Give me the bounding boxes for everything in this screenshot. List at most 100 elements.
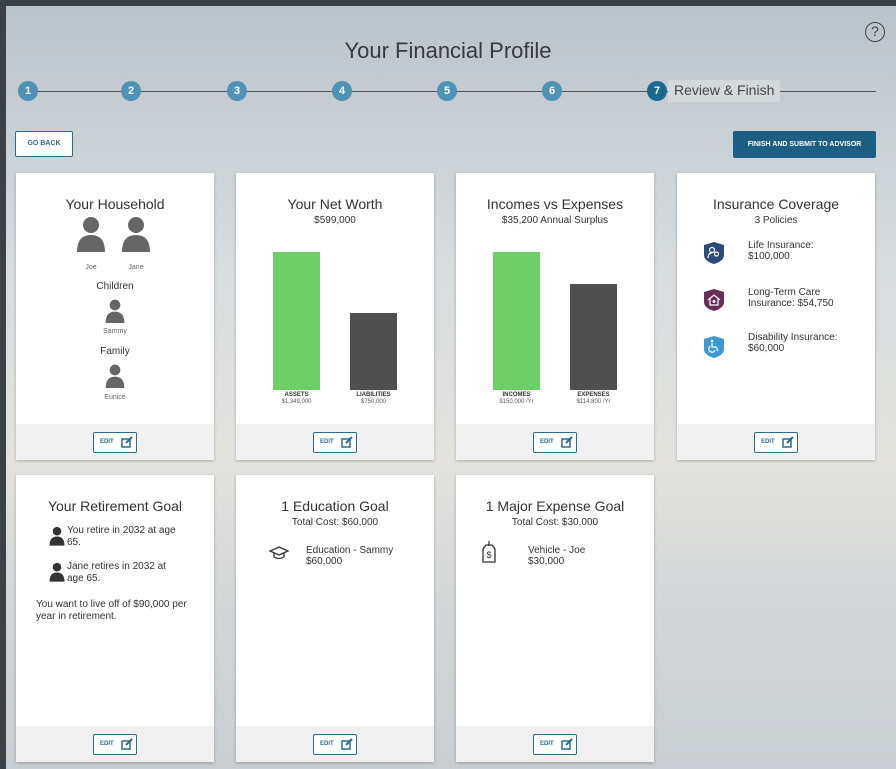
edit-label: EDIT bbox=[761, 439, 775, 445]
edit-major-expense-button[interactable]: EDIT bbox=[533, 734, 577, 755]
insurance-card: Insurance Coverage 3 Policies Life Insur… bbox=[677, 173, 875, 460]
net-worth-bar-liabilities bbox=[350, 313, 397, 390]
person-icon bbox=[77, 217, 105, 252]
incomes-bar-value: $150,000 /Yr bbox=[499, 399, 534, 405]
people-shield-icon bbox=[704, 242, 724, 264]
major-expense-goal-amount: $30,000 bbox=[528, 556, 565, 567]
net-worth-bar-label: LIABILITIES bbox=[356, 392, 391, 398]
card-footer: EDIT bbox=[16, 726, 214, 762]
person-icon bbox=[105, 364, 125, 388]
family-name: Eunice bbox=[104, 394, 126, 401]
person-icon bbox=[49, 526, 65, 546]
policy-text: Disability Insurance: $60,000 bbox=[748, 332, 838, 354]
household-card: Your Household Joe Jane Children Sammy F… bbox=[16, 173, 214, 460]
go-back-button[interactable]: GO BACK bbox=[15, 131, 73, 157]
card-footer: EDIT bbox=[677, 424, 875, 460]
education-card: 1 Education Goal Total Cost: $60,000 Edu… bbox=[236, 475, 434, 762]
edit-icon bbox=[561, 738, 573, 750]
edit-label: EDIT bbox=[540, 741, 554, 747]
person-icon bbox=[49, 562, 65, 582]
top-border bbox=[0, 0, 896, 6]
finish-submit-button[interactable]: FINISH AND SUBMIT TO ADVISOR bbox=[733, 131, 876, 158]
edit-insurance-button[interactable]: EDIT bbox=[754, 432, 798, 453]
card-footer: EDIT bbox=[456, 424, 654, 460]
edit-retirement-button[interactable]: EDIT bbox=[93, 734, 137, 755]
active-step-label: Review & Finish bbox=[674, 82, 775, 98]
person-icon bbox=[122, 217, 150, 252]
price-tag-icon: $ bbox=[482, 541, 496, 563]
insurance-title: Insurance Coverage bbox=[712, 196, 840, 212]
education-total: Total Cost: $60,000 bbox=[291, 517, 379, 528]
edit-icon bbox=[121, 436, 133, 448]
child-name: Sammy bbox=[103, 328, 127, 335]
incomes-bar-value: $114,800 /Yr bbox=[576, 399, 611, 405]
card-footer: EDIT bbox=[236, 424, 434, 460]
edit-net-worth-button[interactable]: EDIT bbox=[313, 432, 357, 453]
incomes-bar-label: INCOMES bbox=[502, 392, 531, 398]
page-title: Your Financial Profile bbox=[344, 38, 552, 63]
step-1[interactable]: 1 bbox=[18, 81, 38, 101]
incomes-bar-label: EXPENSES bbox=[577, 392, 610, 398]
major-expense-total: Total Cost: $30,000 bbox=[511, 517, 599, 528]
adult-name: Jane bbox=[128, 264, 144, 271]
major-expense-goal-name: Vehicle - Joe bbox=[528, 545, 586, 556]
step-6[interactable]: 6 bbox=[542, 81, 562, 101]
card-footer: EDIT bbox=[16, 424, 214, 460]
left-border bbox=[0, 0, 6, 769]
edit-icon bbox=[121, 738, 133, 750]
edit-household-button[interactable]: EDIT bbox=[93, 432, 137, 453]
net-worth-title: Your Net Worth bbox=[287, 196, 383, 212]
retirement-item: You retire in 2032 at age 65. bbox=[67, 525, 176, 548]
edit-education-button[interactable]: EDIT bbox=[313, 734, 357, 755]
step-3[interactable]: 3 bbox=[227, 81, 247, 101]
incomes-title: Incomes vs Expenses bbox=[486, 196, 624, 212]
card-footer: EDIT bbox=[236, 726, 434, 762]
edit-label: EDIT bbox=[320, 439, 334, 445]
net-worth-card: Your Net Worth $599,000 EDIT ASSETS $1,34… bbox=[236, 173, 434, 460]
edit-icon bbox=[341, 436, 353, 448]
retirement-item: Jane retires in 2032 at age 65. bbox=[67, 561, 166, 584]
net-worth-bar-value: $1,349,000 bbox=[281, 399, 312, 405]
edit-icon bbox=[341, 738, 353, 750]
incomes-surplus: $35,200 Annual Surplus bbox=[501, 215, 609, 226]
edit-label: EDIT bbox=[540, 439, 554, 445]
children-label: Children bbox=[96, 281, 134, 292]
edit-incomes-button[interactable]: EDIT bbox=[533, 432, 577, 453]
wheelchair-shield-icon bbox=[704, 336, 724, 358]
retirement-summary: You want to live off of $90,000 per year… bbox=[36, 599, 187, 622]
retirement-card: Your Retirement Goal You retire in 2032 … bbox=[16, 475, 214, 762]
edit-icon bbox=[782, 436, 794, 448]
major-expense-card: 1 Major Expense Goal Total Cost: $30,000… bbox=[456, 475, 654, 762]
education-goal-amount: $60,000 bbox=[306, 556, 343, 567]
incomes-bar-incomes bbox=[493, 252, 540, 390]
net-worth-value: $599,000 bbox=[314, 215, 356, 226]
incomes-bar-expenses bbox=[570, 284, 617, 390]
major-expense-title: 1 Major Expense Goal bbox=[485, 498, 625, 514]
family-label: Family bbox=[100, 346, 130, 357]
card-footer: EDIT bbox=[456, 726, 654, 762]
graduation-cap-icon bbox=[269, 546, 289, 560]
net-worth-bar-label: ASSETS bbox=[284, 392, 309, 398]
adult-name: Joe bbox=[85, 264, 97, 271]
edit-label: EDIT bbox=[100, 439, 114, 445]
person-icon bbox=[105, 299, 125, 323]
household-title: Your Household bbox=[65, 196, 165, 212]
insurance-count: 3 Policies bbox=[754, 215, 798, 226]
edit-label: EDIT bbox=[320, 741, 334, 747]
step-7[interactable]: 7 bbox=[647, 81, 667, 101]
policy-text: Long-Term Care Insurance: $54,750 bbox=[748, 287, 834, 309]
step-5[interactable]: 5 bbox=[437, 81, 457, 101]
step-4[interactable]: 4 bbox=[332, 81, 352, 101]
retirement-title: Your Retirement Goal bbox=[47, 498, 183, 514]
education-title: 1 Education Goal bbox=[281, 498, 389, 514]
house-heart-shield-icon bbox=[704, 289, 724, 311]
edit-label: EDIT bbox=[100, 741, 114, 747]
step-2[interactable]: 2 bbox=[121, 81, 141, 101]
net-worth-bar-value: $750,000 bbox=[360, 399, 387, 405]
svg-text:$: $ bbox=[486, 550, 491, 560]
education-goal-name: Education - Sammy bbox=[306, 545, 394, 556]
incomes-expenses-card: Incomes vs Expenses $35,200 Annual Surpl… bbox=[456, 173, 654, 460]
edit-icon bbox=[561, 436, 573, 448]
policy-text: Life Insurance: $100,000 bbox=[748, 240, 814, 262]
net-worth-bar-assets bbox=[273, 252, 320, 390]
